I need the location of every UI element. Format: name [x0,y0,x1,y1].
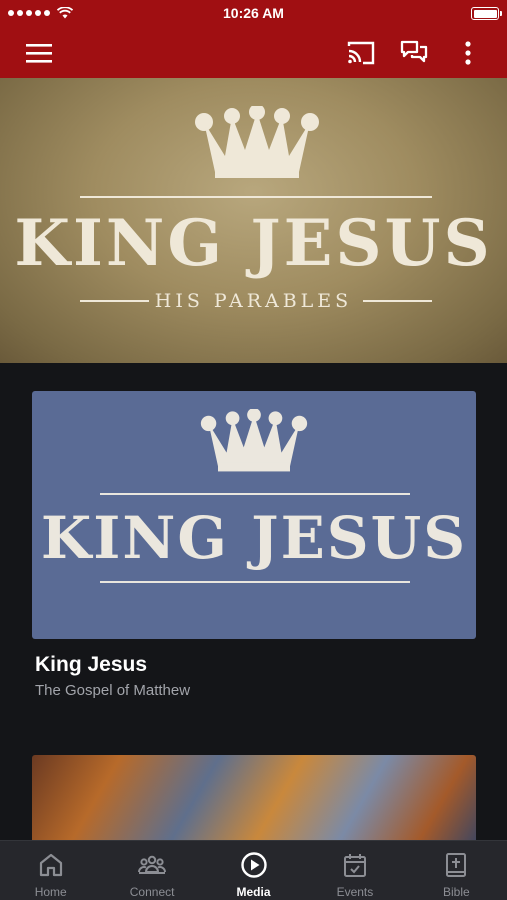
series-card-title: KING JESUS [40,504,468,572]
tab-label: Bible [442,885,470,899]
app-bar [0,28,507,78]
calendar-icon [343,854,366,877]
hero-banner[interactable]: KING JESUS HIS PARABLES [0,78,507,363]
tab-connect[interactable]: Connect [101,841,202,900]
card-divider [100,581,410,583]
tab-home[interactable]: Home [0,841,101,900]
tab-media[interactable]: Media [203,841,304,900]
hero-divider [80,196,432,198]
series-card-image-2[interactable] [32,755,476,845]
status-bar: 10:26 AM [0,0,507,28]
tab-label: Media [236,885,271,899]
tab-label: Home [34,885,67,899]
tab-label: Connect [129,885,175,899]
card-divider [100,493,410,495]
bible-icon [446,853,467,877]
battery-icon [471,7,502,20]
series-subtitle: The Gospel of Matthew [35,682,191,699]
crown-icon [200,409,308,472]
tab-bible[interactable]: Bible [406,841,507,900]
hero-divider [363,300,432,302]
series-title[interactable]: King Jesus [35,653,147,677]
status-time: 10:26 AM [223,5,284,21]
cast-icon[interactable] [345,37,377,69]
chat-icon[interactable] [398,37,430,69]
tab-label: Events [336,885,374,899]
group-icon [138,855,167,874]
hamburger-menu-icon[interactable] [23,37,55,69]
crown-icon [195,106,319,178]
series-card-image[interactable]: KING JESUS [32,391,476,639]
hero-title: KING JESUS [14,206,493,281]
home-icon [39,853,62,877]
more-vertical-icon[interactable] [452,37,484,69]
play-circle-icon [240,852,267,878]
tab-bar: Home Connect Media Events Bible [0,840,507,900]
tab-events[interactable]: Events [304,841,405,900]
